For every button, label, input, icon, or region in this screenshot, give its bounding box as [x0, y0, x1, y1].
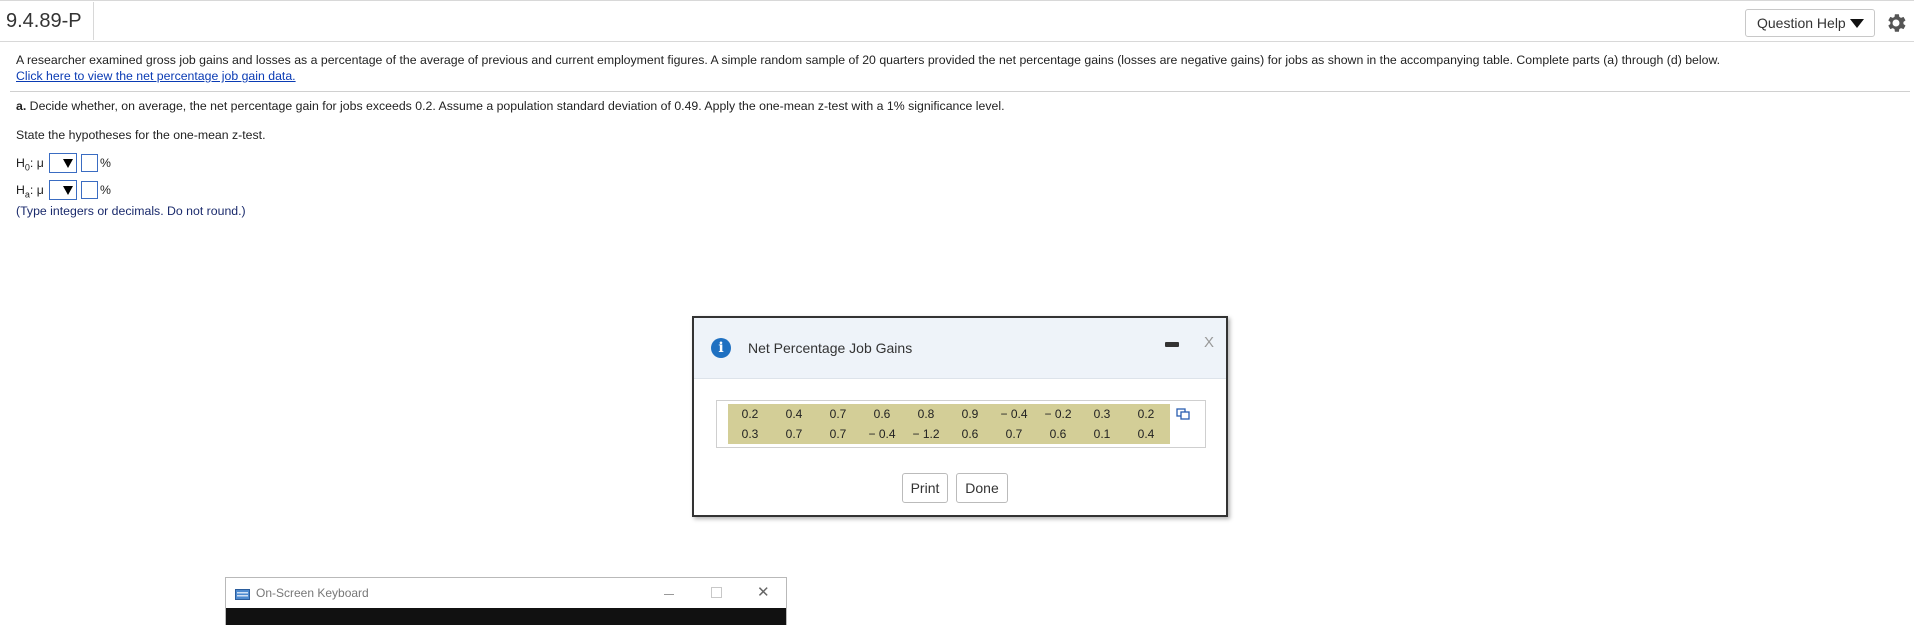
table-cell: 0.3: [741, 427, 759, 441]
null-hypothesis-operator-select[interactable]: [49, 153, 77, 173]
table-cell: 0.1: [1093, 427, 1111, 441]
table-cell: 0.7: [785, 427, 803, 441]
table-cell: 0.8: [917, 407, 935, 421]
table-cell: 0.2: [1137, 407, 1155, 421]
table-cell: − 0.2: [1044, 407, 1072, 421]
divider: [10, 91, 1910, 92]
dialog-close-button[interactable]: X: [1204, 334, 1214, 351]
minimize-button[interactable]: [1165, 342, 1179, 347]
part-a-label: a.: [16, 99, 27, 113]
percent-unit: %: [100, 183, 111, 197]
dropdown-arrow-icon: [63, 186, 73, 195]
table-cell: − 0.4: [1000, 407, 1028, 421]
table-cell: 0.6: [961, 427, 979, 441]
table-cell: 0.7: [829, 407, 847, 421]
osk-title: On-Screen Keyboard: [256, 586, 369, 600]
question-help-label: Question Help: [1757, 15, 1846, 31]
copy-icon[interactable]: [1176, 407, 1190, 421]
answer-format-note: (Type integers or decimals. Do not round…: [16, 204, 246, 218]
print-button[interactable]: Print: [902, 473, 948, 503]
state-hypotheses-prompt: State the hypotheses for the one-mean z-…: [16, 128, 266, 142]
alternative-hypothesis-operator-select[interactable]: [49, 180, 77, 200]
part-a-body: Decide whether, on average, the net perc…: [26, 99, 1005, 113]
data-table: 0.2 0.4 0.7 0.6 0.8 0.9 − 0.4 − 0.2 0.3 0.2 0.3 0.7…: [728, 404, 1170, 444]
part-a-text: a. Decide whether, on average, the net p…: [16, 99, 1004, 113]
question-intro: A researcher examined gross job gains an…: [16, 53, 1721, 67]
osk-minimize-button[interactable]: [664, 594, 674, 595]
table-cell: 0.2: [741, 407, 759, 421]
table-cell: 0.6: [873, 407, 891, 421]
table-cell: − 0.4: [868, 427, 896, 441]
keyboard-icon: [235, 589, 250, 600]
done-button[interactable]: Done: [956, 473, 1008, 503]
on-screen-keyboard-window: On-Screen Keyboard ✕: [225, 577, 787, 625]
null-hypothesis-label: H0: μ: [16, 156, 44, 173]
alternative-hypothesis-label: Ha: μ: [16, 183, 44, 200]
alternative-hypothesis-value-input[interactable]: [81, 181, 98, 199]
percent-unit: %: [100, 156, 111, 170]
table-cell: 0.4: [1137, 427, 1155, 441]
caret-down-icon: [1850, 19, 1864, 28]
question-id: 9.4.89-P: [0, 2, 94, 40]
dialog-header: i Net Percentage Job Gains X: [694, 318, 1226, 379]
osk-keyboard-area[interactable]: [226, 608, 786, 625]
gear-icon[interactable]: [1884, 11, 1908, 35]
table-cell: 0.9: [961, 407, 979, 421]
dialog-title: Net Percentage Job Gains: [748, 340, 913, 356]
table-cell: 0.4: [785, 407, 803, 421]
data-dialog: i Net Percentage Job Gains X 0.2 0.4 0.7 0.…: [692, 316, 1228, 517]
table-cell: − 1.2: [912, 427, 940, 441]
question-header: 9.4.89-P Question Help: [0, 0, 1914, 42]
question-help-button[interactable]: Question Help: [1745, 9, 1875, 37]
data-table-frame: 0.2 0.4 0.7 0.6 0.8 0.9 − 0.4 − 0.2 0.3 0.2 0.3 0.7…: [716, 400, 1206, 448]
table-cell: 0.6: [1049, 427, 1067, 441]
osk-close-button[interactable]: ✕: [757, 583, 770, 601]
null-hypothesis-value-input[interactable]: [81, 154, 98, 172]
table-cell: 0.3: [1093, 407, 1111, 421]
osk-maximize-button[interactable]: [711, 587, 722, 598]
data-link[interactable]: Click here to view the net percentage jo…: [16, 69, 296, 83]
info-icon: i: [711, 338, 731, 358]
table-cell: 0.7: [829, 427, 847, 441]
dropdown-arrow-icon: [63, 159, 73, 168]
table-cell: 0.7: [1005, 427, 1023, 441]
